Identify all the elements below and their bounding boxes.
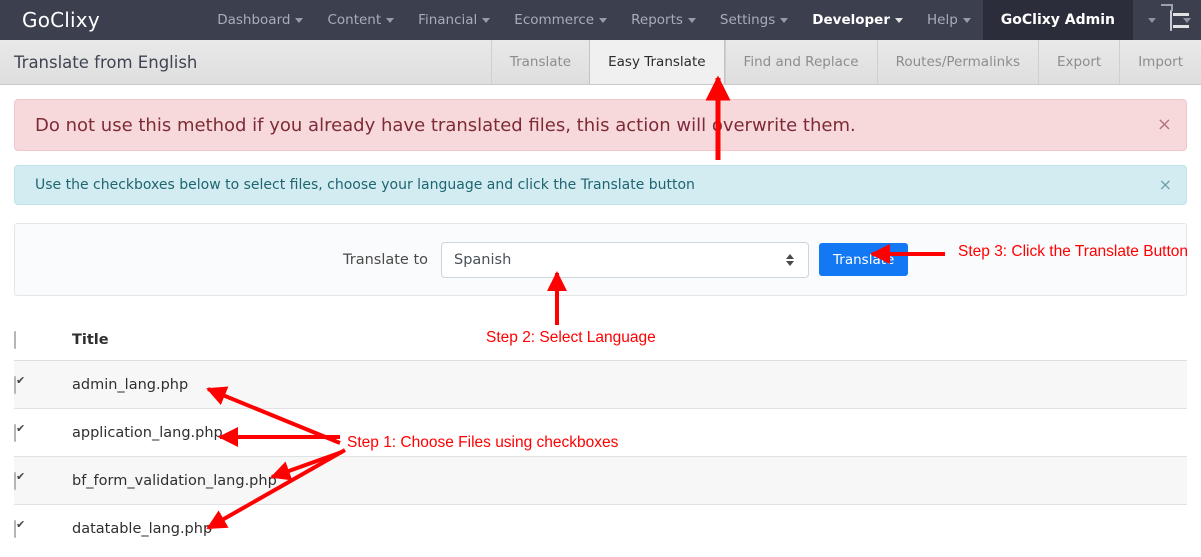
nav-item-label: Developer (812, 12, 890, 28)
user-menu-button[interactable]: GoClixy Admin (982, 0, 1133, 40)
close-icon[interactable]: × (1157, 116, 1172, 134)
main-content: Do not use this method if you already ha… (0, 99, 1201, 553)
chevron-down-icon (687, 17, 696, 23)
navbar-right-tools (1161, 0, 1201, 40)
table-row[interactable]: admin_lang.php (14, 360, 1187, 409)
row-checkbox-cell (14, 408, 72, 457)
tab-export[interactable]: Export (1037, 40, 1119, 84)
nav-item-label: Content (327, 12, 382, 28)
main-menu: Dashboard Content Financial Ecommerce Re… (120, 0, 983, 40)
title-column-header: Title (72, 322, 1187, 361)
updown-arrows-icon (786, 253, 795, 266)
page-root: GoClixy Dashboard Content Financial Ecom… (0, 0, 1201, 557)
row-checkbox[interactable] (14, 471, 16, 490)
nav-item-label: Help (926, 12, 958, 28)
tab-easy-translate[interactable]: Easy Translate (589, 40, 725, 84)
brand-logo[interactable]: GoClixy (0, 0, 120, 40)
select-all-header (14, 322, 72, 361)
table-row[interactable]: datatable_lang.php (14, 504, 1187, 553)
nav-item-developer[interactable]: Developer (800, 0, 915, 40)
language-select-value: Spanish (454, 251, 512, 268)
translate-button[interactable]: Translate (819, 243, 909, 276)
page-title: Translate from English (14, 52, 198, 72)
nav-item-label: Settings (719, 12, 776, 28)
tab-find-and-replace[interactable]: Find and Replace (724, 40, 877, 84)
chevron-down-icon (1183, 17, 1191, 23)
translate-form-panel: Translate to Spanish Translate (14, 223, 1187, 296)
row-title: application_lang.php (72, 408, 1187, 457)
alert-info-message: Use the checkboxes below to select files… (35, 177, 695, 193)
tab-bar: Translate Easy Translate Find and Replac… (490, 40, 1201, 84)
keyboard-shortcuts-button[interactable] (1161, 3, 1191, 31)
chevron-down-icon (962, 17, 971, 23)
files-table-head: Title (14, 322, 1187, 361)
row-title: admin_lang.php (72, 360, 1187, 409)
sub-header: Translate from English Translate Easy Tr… (0, 40, 1201, 85)
nav-item-financial[interactable]: Financial (406, 0, 502, 40)
nav-item-ecommerce[interactable]: Ecommerce (502, 0, 619, 40)
tab-import[interactable]: Import (1119, 40, 1201, 84)
nav-item-settings[interactable]: Settings (708, 0, 800, 40)
nav-item-label: Financial (418, 12, 478, 28)
chevron-down-icon (894, 17, 903, 23)
table-row[interactable]: bf_form_validation_lang.php (14, 456, 1187, 505)
nav-item-label: Ecommerce (514, 12, 595, 28)
chevron-down-icon (482, 17, 491, 23)
chevron-down-icon (1148, 17, 1156, 23)
chevron-down-icon (386, 17, 395, 23)
select-all-checkbox[interactable] (14, 331, 16, 349)
row-checkbox-cell (14, 504, 72, 553)
translate-to-label: Translate to (343, 251, 429, 268)
chevron-down-icon (295, 17, 304, 23)
nav-item-label: Dashboard (217, 12, 291, 28)
chevron-down-icon (780, 17, 789, 23)
tab-routes-permalinks[interactable]: Routes/Permalinks (876, 40, 1038, 84)
nav-item-reports[interactable]: Reports (619, 0, 708, 40)
table-header-row: Title (14, 322, 1187, 361)
tab-translate[interactable]: Translate (490, 40, 589, 84)
row-title: datatable_lang.php (72, 504, 1187, 553)
close-icon[interactable]: × (1159, 177, 1172, 193)
files-table: Title admin_lang.php application_lang.ph… (14, 322, 1187, 553)
chevron-down-icon (599, 17, 608, 23)
alert-info: Use the checkboxes below to select files… (14, 165, 1187, 205)
keyboard-cable-icon (1161, 3, 1173, 11)
alert-danger: Do not use this method if you already ha… (14, 99, 1187, 151)
row-checkbox-cell (14, 360, 72, 409)
row-checkbox-cell (14, 456, 72, 505)
language-select[interactable]: Spanish (441, 241, 810, 278)
translate-form-row: Translate to Spanish Translate (343, 241, 909, 278)
top-navbar: GoClixy Dashboard Content Financial Ecom… (0, 0, 1201, 40)
keyboard-icon (1170, 9, 1172, 31)
alert-danger-message: Do not use this method if you already ha… (35, 114, 856, 136)
nav-item-label: Reports (631, 12, 683, 28)
files-table-body: admin_lang.php application_lang.php bf_f… (14, 360, 1187, 553)
nav-item-content[interactable]: Content (315, 0, 406, 40)
row-checkbox[interactable] (14, 375, 16, 394)
row-checkbox[interactable] (14, 423, 16, 442)
row-title: bf_form_validation_lang.php (72, 456, 1187, 505)
table-row[interactable]: application_lang.php (14, 408, 1187, 457)
nav-item-dashboard[interactable]: Dashboard (205, 0, 315, 40)
nav-item-help[interactable]: Help (915, 0, 983, 40)
row-checkbox[interactable] (14, 519, 16, 538)
